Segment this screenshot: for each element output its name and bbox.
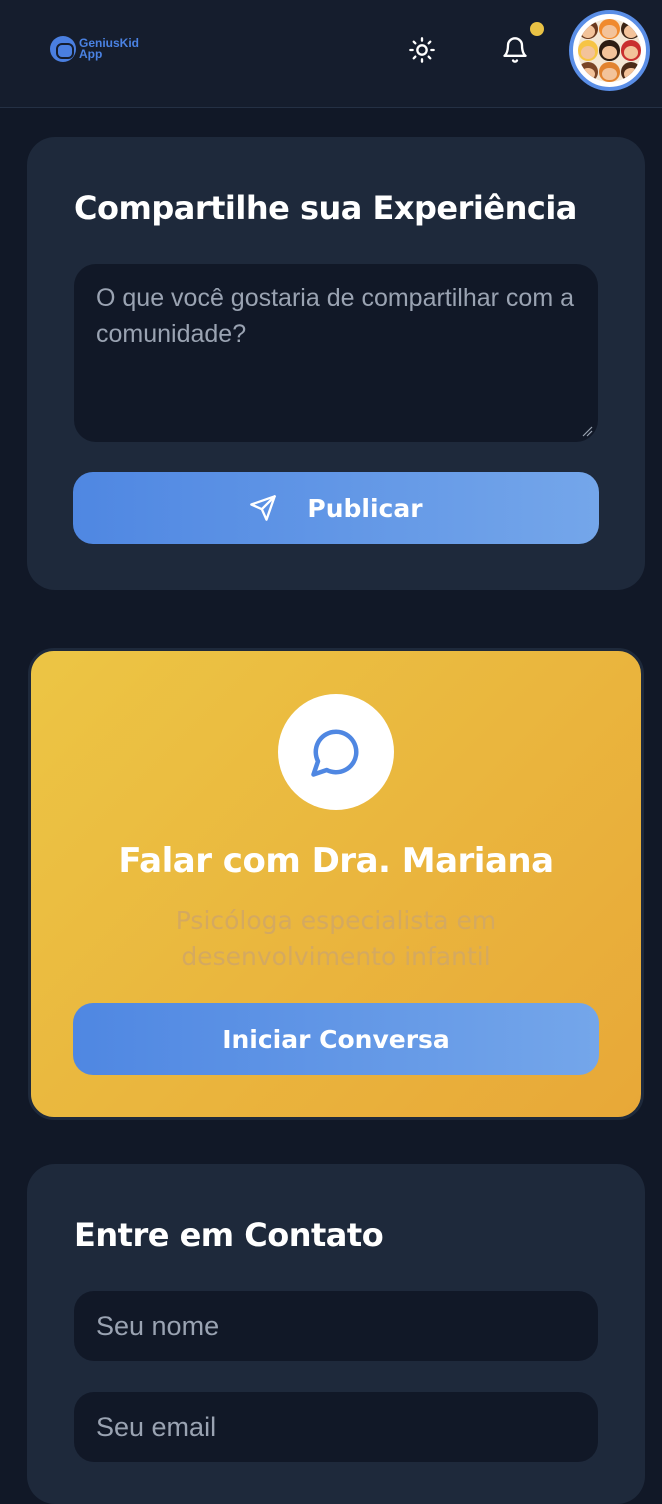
top-bar: GeniusKid App	[0, 0, 662, 108]
brain-logo-icon	[50, 36, 76, 62]
chat-bubble-icon	[311, 729, 359, 777]
bell-icon	[503, 37, 527, 63]
resize-grip-icon[interactable]	[581, 425, 593, 437]
share-experience-card: Compartilhe sua Experiência Publicar	[27, 137, 645, 590]
notification-dot	[530, 22, 544, 36]
kids-avatar-image	[578, 19, 641, 82]
contact-card: Entre em Contato	[27, 1164, 645, 1504]
specialist-subtitle: Psicóloga especialista em desenvolviment…	[175, 906, 497, 971]
notifications-button[interactable]	[495, 30, 535, 70]
specialist-title: Falar com Dra. Mariana	[118, 841, 554, 881]
theme-toggle-button[interactable]	[402, 30, 442, 70]
share-title: Compartilhe sua Experiência	[74, 189, 577, 227]
chat-icon-badge	[278, 694, 394, 810]
avatar[interactable]	[569, 10, 650, 91]
publish-button[interactable]: Publicar	[73, 472, 599, 544]
start-conversation-button[interactable]: Iniciar Conversa	[73, 1003, 599, 1075]
publish-label: Publicar	[307, 493, 423, 523]
send-icon	[249, 494, 277, 522]
specialist-card: Falar com Dra. Mariana Psicóloga especia…	[28, 648, 644, 1120]
email-field[interactable]	[74, 1392, 598, 1462]
name-field[interactable]	[74, 1291, 598, 1361]
contact-title: Entre em Contato	[74, 1216, 384, 1254]
experience-textarea[interactable]	[74, 264, 598, 442]
app-logo[interactable]: GeniusKid App	[50, 36, 145, 62]
sun-icon	[409, 37, 435, 63]
logo-text: GeniusKid App	[79, 36, 140, 61]
